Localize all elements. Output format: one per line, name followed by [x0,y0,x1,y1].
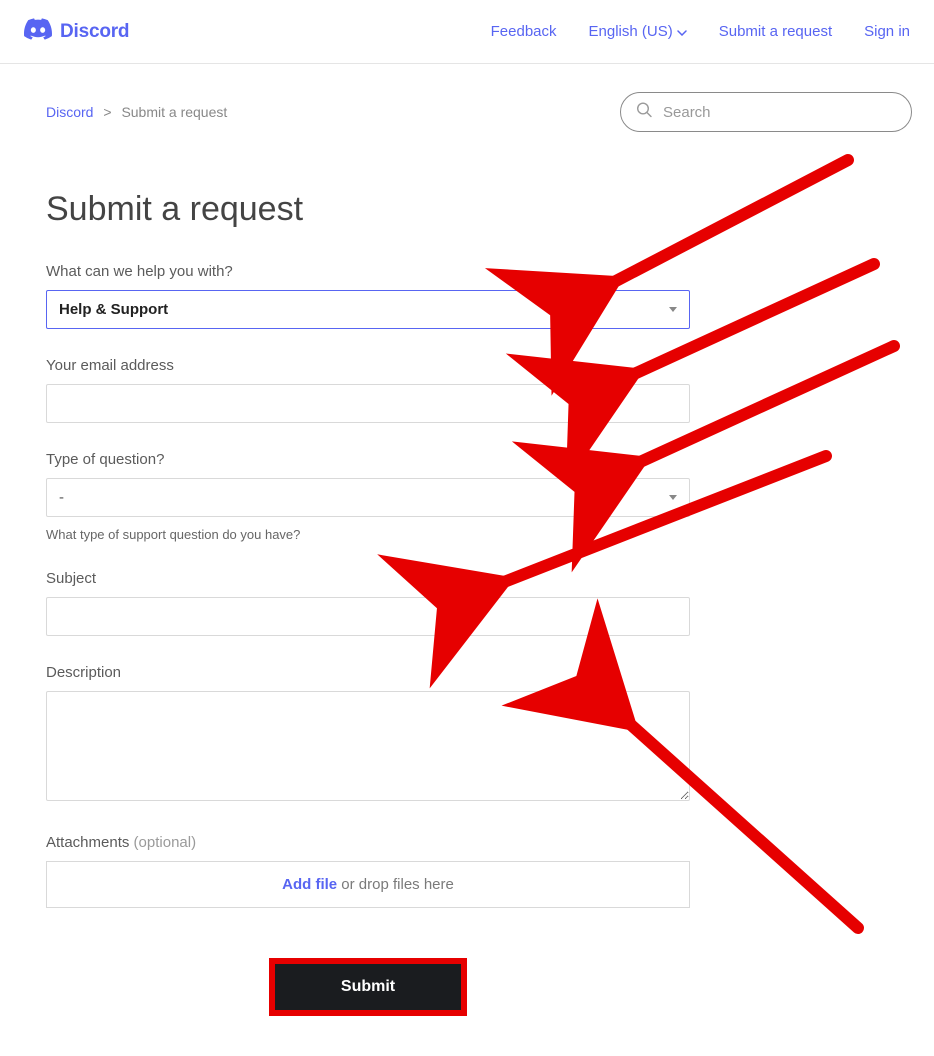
subject-input[interactable] [46,597,690,636]
attachments-label: Attachments (optional) [46,834,690,851]
chevron-down-icon [677,23,687,40]
search-input[interactable] [620,92,912,132]
nav-feedback[interactable]: Feedback [491,23,557,40]
help-with-value: Help & Support [59,301,168,318]
discord-logo-icon [24,18,52,45]
question-type-hint: What type of support question do you hav… [46,527,690,542]
content: Submit a request What can we help you wi… [0,190,934,1056]
breadcrumb-root[interactable]: Discord [46,104,93,120]
question-type-value: - [59,489,64,506]
field-help-with: What can we help you with? Help & Suppor… [46,263,690,329]
question-type-select[interactable]: - [46,478,690,517]
field-subject: Subject [46,570,690,636]
submit-wrap: Submit [46,958,690,1016]
help-with-select[interactable]: Help & Support [46,290,690,329]
top-bar: Discord Feedback English (US) Submit a r… [0,0,934,64]
request-form: What can we help you with? Help & Suppor… [46,263,690,1016]
nav-sign-in[interactable]: Sign in [864,23,910,40]
help-with-label: What can we help you with? [46,263,690,280]
chevron-down-icon [669,307,677,312]
submit-button[interactable]: Submit [269,958,467,1016]
breadcrumb-current: Submit a request [121,104,227,120]
field-email: Your email address [46,357,690,423]
top-row: Discord > Submit a request [0,64,934,132]
field-attachments: Attachments (optional) Add file or drop … [46,834,690,908]
attachments-dropzone[interactable]: Add file or drop files here [46,861,690,908]
breadcrumb-separator: > [103,104,111,120]
breadcrumb: Discord > Submit a request [46,104,227,120]
field-question-type: Type of question? - What type of support… [46,451,690,542]
email-label: Your email address [46,357,690,374]
brand[interactable]: Discord [24,18,129,45]
brand-name: Discord [60,21,129,43]
chevron-down-icon [669,495,677,500]
nav-language-label: English (US) [589,23,673,40]
top-nav: Feedback English (US) Submit a request S… [491,23,910,40]
attachments-label-text: Attachments [46,834,129,851]
subject-label: Subject [46,570,690,587]
attachments-optional: (optional) [134,834,197,851]
page-title: Submit a request [46,190,912,229]
description-label: Description [46,664,690,681]
description-input[interactable] [46,691,690,801]
nav-language[interactable]: English (US) [589,23,687,40]
email-input[interactable] [46,384,690,423]
search-icon [636,102,652,123]
search-wrap [620,92,912,132]
dropzone-text: or drop files here [337,876,454,893]
field-description: Description [46,664,690,806]
add-file-link[interactable]: Add file [282,876,337,893]
question-type-label: Type of question? [46,451,690,468]
nav-submit-request[interactable]: Submit a request [719,23,832,40]
